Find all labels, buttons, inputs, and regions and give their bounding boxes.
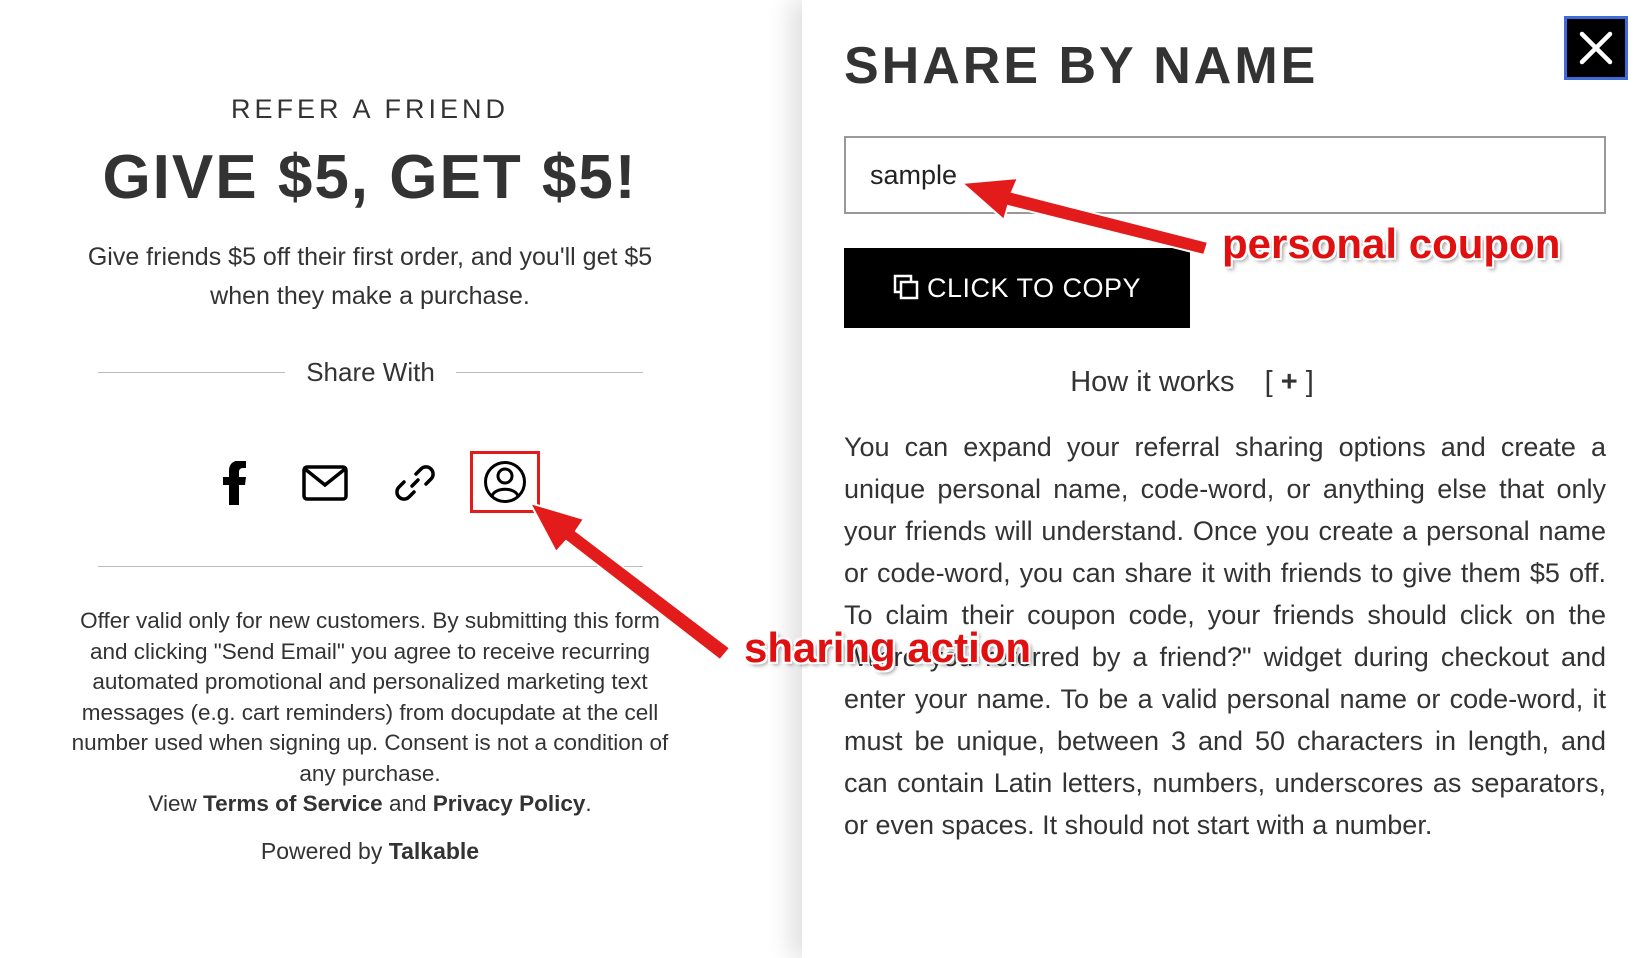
- legal-period: .: [585, 791, 592, 816]
- facebook-icon: [223, 461, 246, 505]
- toggle-bracket-close: ]: [1305, 366, 1314, 398]
- referral-panel: REFER A FRIEND GIVE $5, GET $5! Give fri…: [0, 0, 800, 958]
- share-with-divider: Share With: [98, 352, 643, 392]
- copy-label: CLICK TO COPY: [926, 272, 1142, 303]
- share-by-name-panel: SHARE BY NAME CLICK TO COPY How it works…: [802, 0, 1638, 958]
- how-it-works-label: How it works: [1070, 366, 1235, 398]
- close-button[interactable]: [1564, 16, 1628, 80]
- share-link-button[interactable]: [380, 448, 450, 518]
- powered-by-label: Powered by: [260, 838, 383, 864]
- email-icon: [302, 465, 348, 501]
- eyebrow-text: REFER A FRIEND: [230, 94, 510, 124]
- offer-subtext: Give friends $5 off their first order, a…: [87, 243, 653, 310]
- sharing-action-annotation: sharing action: [744, 624, 1032, 671]
- legal-body: Offer valid only for new customers. By s…: [71, 608, 669, 786]
- headline: GIVE $5, GET $5!: [102, 143, 638, 212]
- terms-link[interactable]: Terms of Service: [203, 791, 383, 816]
- privacy-link[interactable]: Privacy Policy: [433, 791, 586, 816]
- divider-line: [456, 372, 643, 373]
- click-to-copy-button[interactable]: CLICK TO COPY: [844, 248, 1190, 328]
- legal-view-label: View: [148, 791, 197, 816]
- personal-coupon-input[interactable]: [844, 136, 1606, 214]
- legal-text: Offer valid only for new customers. By s…: [70, 606, 670, 820]
- plus-icon: +: [1280, 366, 1298, 398]
- talkable-link[interactable]: Talkable: [389, 838, 479, 864]
- toggle-bracket-open: [: [1264, 366, 1273, 398]
- section-divider: [98, 566, 643, 567]
- share-by-name-button[interactable]: [470, 451, 540, 513]
- panel-title: SHARE BY NAME: [844, 37, 1319, 95]
- share-icons-row: [0, 448, 800, 528]
- share-email-button[interactable]: [290, 448, 360, 518]
- link-icon: [395, 465, 435, 501]
- user-circle-icon: [484, 461, 526, 503]
- legal-and-label: and: [388, 791, 427, 816]
- copy-icon: [893, 274, 921, 302]
- share-facebook-button[interactable]: [200, 448, 270, 518]
- how-it-works: How it works [ + ]: [802, 366, 1582, 399]
- personal-coupon-annotation: personal coupon: [1222, 220, 1561, 267]
- close-icon: [1579, 31, 1613, 65]
- how-it-works-toggle[interactable]: [ + ]: [1265, 366, 1314, 398]
- powered-by: Powered by Talkable: [0, 838, 740, 865]
